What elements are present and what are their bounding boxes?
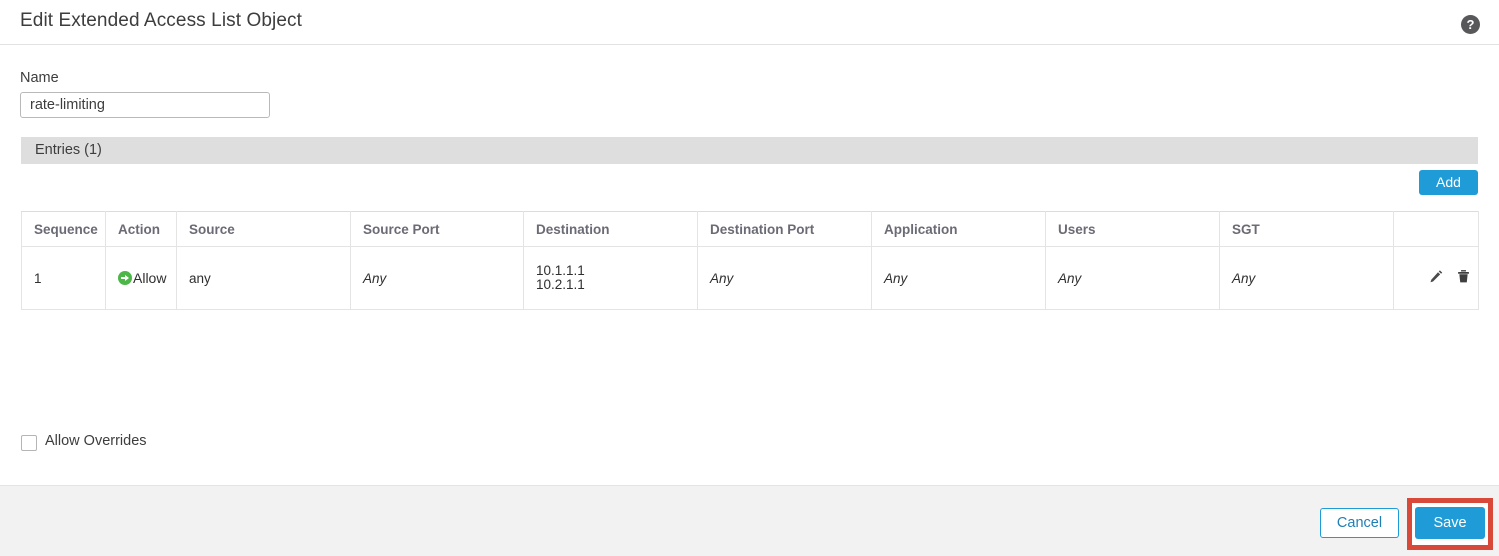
- allow-arrow-icon: [118, 271, 132, 285]
- cell-row-actions: [1393, 246, 1479, 310]
- dialog-titlebar: Edit Extended Access List Object ?: [0, 0, 1499, 45]
- allow-overrides-checkbox[interactable]: [21, 435, 37, 451]
- add-button[interactable]: Add: [1419, 170, 1478, 195]
- column-header-sgt[interactable]: SGT: [1219, 211, 1394, 247]
- dialog-footer: Cancel Save: [0, 485, 1499, 556]
- column-header-source-port[interactable]: Source Port: [350, 211, 524, 247]
- name-label: Name: [20, 70, 59, 86]
- help-circle-icon[interactable]: ?: [1461, 15, 1480, 34]
- page-title: Edit Extended Access List Object: [20, 10, 303, 31]
- cell-sequence: 1: [21, 246, 106, 310]
- cancel-button[interactable]: Cancel: [1320, 508, 1399, 538]
- column-header-application[interactable]: Application: [871, 211, 1046, 247]
- cell-destination-line-1: 10.1.1.1: [536, 263, 585, 278]
- cell-action-label: Allow: [133, 270, 167, 286]
- cell-destination-line-2: 10.2.1.1: [536, 277, 585, 292]
- cell-destination-port: Any: [697, 246, 872, 310]
- name-input[interactable]: [20, 92, 270, 118]
- cell-destination: 10.1.1.1 10.2.1.1: [523, 246, 698, 310]
- cell-source: any: [176, 246, 351, 310]
- column-header-destination-port[interactable]: Destination Port: [697, 211, 872, 247]
- cell-action: Allow: [105, 246, 177, 310]
- allow-overrides-label: Allow Overrides: [45, 433, 147, 449]
- column-header-users[interactable]: Users: [1045, 211, 1220, 247]
- dialog-body: Name Entries (1) Add Sequence Action Sou…: [0, 45, 1499, 485]
- pencil-icon[interactable]: [1429, 269, 1444, 287]
- cell-users: Any: [1045, 246, 1220, 310]
- column-header-source[interactable]: Source: [176, 211, 351, 247]
- trash-icon[interactable]: [1456, 269, 1471, 287]
- table-row[interactable]: 1 Allow any Any 10.1.1.1 10.2.1.1 Any An…: [21, 246, 1479, 310]
- entries-section-header: Entries (1): [21, 137, 1478, 164]
- column-header-sequence[interactable]: Sequence: [21, 211, 106, 247]
- column-header-action[interactable]: Action: [105, 211, 177, 247]
- table-header-row: Sequence Action Source Source Port Desti…: [21, 211, 1479, 247]
- cell-application: Any: [871, 246, 1046, 310]
- column-header-actions: [1393, 211, 1479, 247]
- cell-sgt: Any: [1219, 246, 1394, 310]
- row-action-icons: [1406, 269, 1478, 287]
- entries-count-label: Entries (1): [35, 142, 102, 158]
- save-button[interactable]: Save: [1415, 507, 1485, 539]
- cell-source-port: Any: [350, 246, 524, 310]
- column-header-destination[interactable]: Destination: [523, 211, 698, 247]
- entries-table: Sequence Action Source Source Port Desti…: [21, 211, 1479, 310]
